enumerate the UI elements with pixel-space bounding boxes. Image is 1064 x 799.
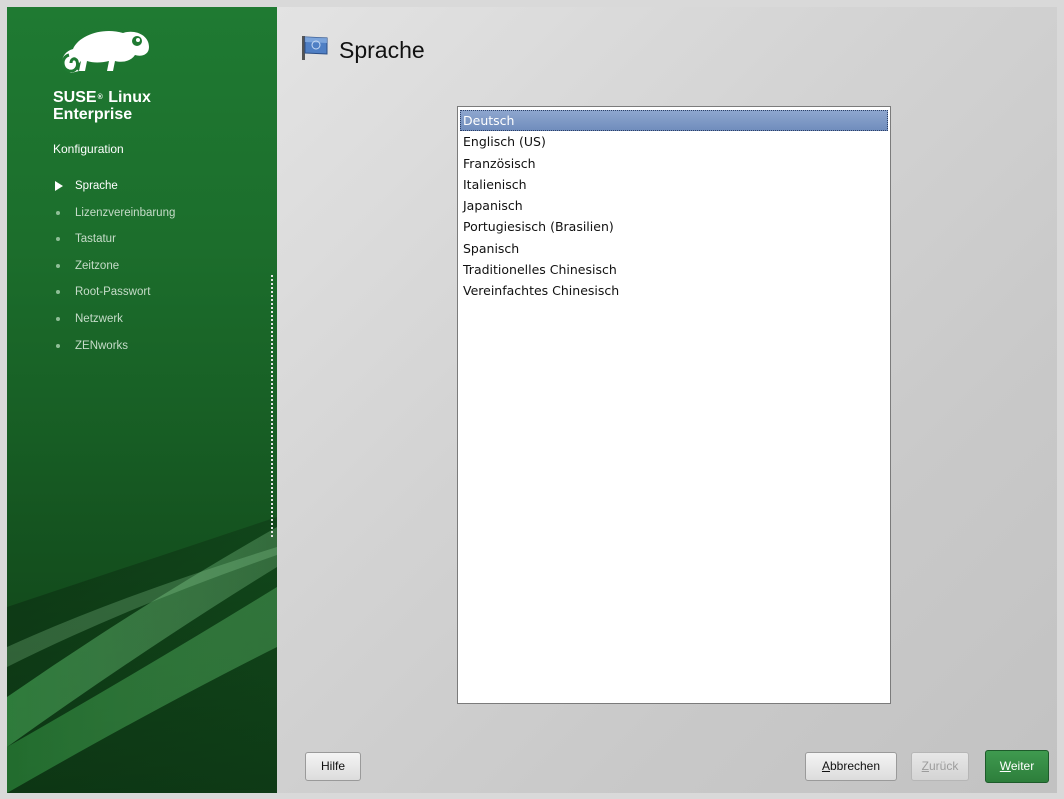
brand-name: SUSE® Linux Enterprise: [53, 89, 151, 123]
step-label: Tastatur: [75, 233, 116, 246]
language-item-italienisch[interactable]: Italienisch: [460, 174, 888, 195]
help-button[interactable]: Hilfe: [305, 752, 361, 781]
step-label: Sprache: [75, 180, 118, 192]
step-label: ZENworks: [75, 339, 129, 352]
abort-mnemonic: A: [821, 759, 830, 773]
back-mnemonic: Z: [921, 759, 929, 773]
step-label: Netzwerk: [75, 312, 123, 325]
flag-icon: [302, 36, 328, 60]
brand-suse: SUSE: [53, 89, 97, 106]
language-item-vereinfachtes-chinesisch[interactable]: Vereinfachtes Chinesisch: [460, 280, 888, 301]
abort-label-rest: bbrechen: [829, 759, 881, 773]
abort-button[interactable]: Abbrechen: [805, 752, 897, 781]
bullet-icon: [56, 343, 60, 348]
step-list: Sprache Lizenzvereinbarung Tastatur Zeit…: [53, 178, 175, 364]
step-zenworks: ZENworks: [53, 338, 175, 365]
current-step-arrow-icon: [55, 181, 63, 191]
sidebar: SUSE® Linux Enterprise Konfiguration Spr…: [7, 7, 277, 793]
chameleon-logo-icon: [61, 30, 149, 73]
next-label-rest: eiter: [1010, 759, 1035, 773]
bullet-icon: [56, 237, 60, 242]
back-label-rest: urück: [929, 759, 959, 773]
language-item-deutsch[interactable]: Deutsch: [460, 110, 888, 132]
language-item-englisch-us[interactable]: Englisch (US): [460, 131, 888, 152]
language-list[interactable]: Deutsch Englisch (US) Französisch Italie…: [457, 106, 891, 704]
step-lizenzvereinbarung: Lizenzvereinbarung: [53, 205, 175, 232]
language-item-spanisch[interactable]: Spanisch: [460, 238, 888, 259]
next-mnemonic: W: [999, 759, 1011, 773]
bullet-icon: [56, 316, 60, 321]
brand-enterprise: Enterprise: [53, 106, 133, 123]
language-item-traditionelles-chinesisch[interactable]: Traditionelles Chinesisch: [460, 259, 888, 280]
brand-linux: Linux: [108, 89, 151, 106]
step-netzwerk: Netzwerk: [53, 311, 175, 338]
bullet-icon: [56, 290, 60, 295]
step-label: Lizenzvereinbarung: [75, 206, 176, 219]
sidebar-dotted-edge: [271, 275, 273, 537]
sidebar-section-title: Konfiguration: [53, 142, 124, 156]
bullet-icon: [56, 263, 60, 268]
installer-window: SUSE® Linux Enterprise Konfiguration Spr…: [7, 7, 1057, 793]
brand-registered-mark: ®: [97, 94, 103, 101]
step-sprache: Sprache: [53, 178, 175, 205]
language-item-japanisch[interactable]: Japanisch: [460, 195, 888, 216]
page-title: Sprache: [339, 37, 425, 63]
main-panel: Sprache Deutsch Englisch (US) Französisc…: [277, 7, 1057, 793]
language-item-franzoesisch[interactable]: Französisch: [460, 153, 888, 174]
bullet-icon: [56, 210, 60, 215]
step-label: Root-Passwort: [75, 286, 151, 299]
back-button[interactable]: Zurück: [911, 752, 969, 781]
step-label: Zeitzone: [75, 259, 120, 272]
step-zeitzone: Zeitzone: [53, 258, 175, 285]
step-tastatur: Tastatur: [53, 231, 175, 258]
sidebar-swoosh-graphic: [7, 517, 277, 793]
step-root-passwort: Root-Passwort: [53, 284, 175, 311]
language-item-portugiesisch-brasilien[interactable]: Portugiesisch (Brasilien): [460, 216, 888, 237]
next-button[interactable]: Weiter: [985, 750, 1049, 783]
